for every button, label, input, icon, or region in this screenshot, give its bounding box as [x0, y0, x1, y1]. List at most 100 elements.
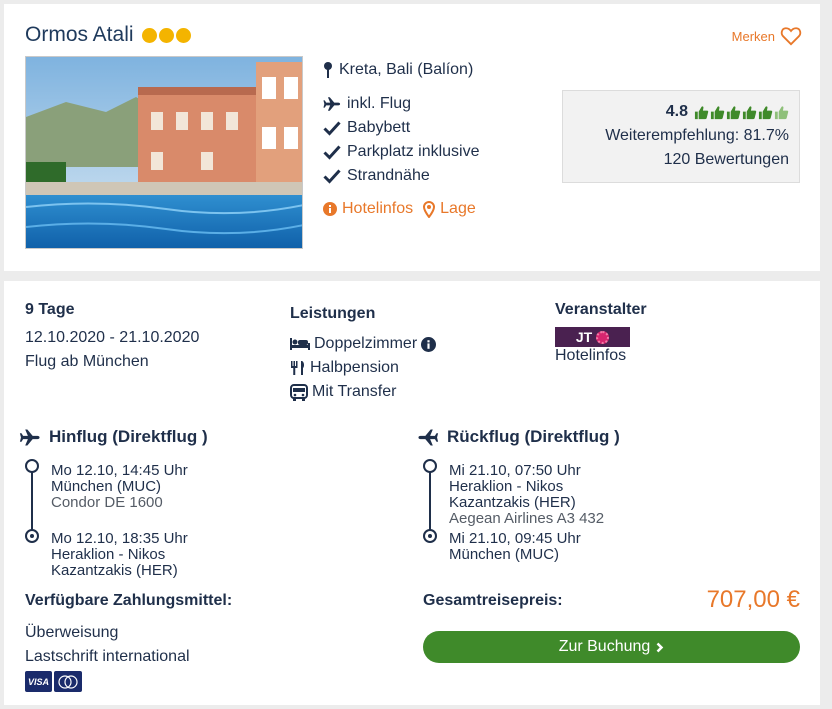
thumb-up-icon [758, 105, 773, 119]
flight-timeline [25, 459, 39, 559]
departure-airport: München (MUC) [51, 478, 162, 495]
feature-item: Strandnähe [323, 164, 480, 188]
book-button-label: Zur Buchung [558, 638, 651, 655]
flower-icon [596, 330, 610, 344]
card-logos: VISA [25, 671, 82, 692]
outbound-heading: Hinflug (Direktflug ) [49, 427, 208, 446]
chevron-right-icon [656, 642, 664, 652]
service-label: Doppelzimmer [314, 335, 418, 352]
flight-carrier: Condor DE 1600 [51, 494, 163, 511]
thumb-up-icon [694, 105, 709, 119]
check-icon [323, 145, 341, 160]
feature-label: Babybett [347, 119, 411, 136]
payment-method: Lastschrift international [25, 648, 190, 665]
services-heading: Leistungen [290, 305, 376, 322]
book-button[interactable]: Zur Buchung [423, 631, 800, 663]
services: Leistungen Doppelzimmer Halbpension Mit … [290, 305, 437, 404]
arrival-time: Mo 12.10, 18:35 Uhr [51, 530, 188, 547]
payment-method: Überweisung [25, 624, 119, 641]
hotel-photo-image [26, 57, 302, 248]
thumb-up-icon [774, 105, 789, 119]
star-icon [158, 27, 174, 43]
return-arrival: Mi 21.10, 09:45 Uhr München (MUC) [449, 531, 581, 563]
arrival-time: Mi 21.10, 09:45 Uhr [449, 530, 581, 547]
star-icon [141, 27, 157, 43]
hotel-links: Hotelinfos Lage [323, 200, 476, 218]
mastercard-logo [54, 671, 82, 692]
departure-airport: Flug ab München [25, 353, 149, 370]
return-flight: Rückflug (Direktflug ) Mi 21.10, 07:50 U… [417, 427, 620, 563]
operator-heading: Veranstalter [555, 301, 647, 318]
outbound-departure: Mo 12.10, 14:45 Uhr München (MUC) Condor… [51, 463, 188, 511]
plane-icon [323, 97, 341, 111]
merken-button[interactable]: Merken [732, 26, 802, 46]
trip-summary: 9 Tage 12.10.2020 - 21.10.2020 Flug ab M… [25, 301, 199, 371]
cutlery-icon [291, 361, 305, 375]
hotel-photo[interactable] [25, 56, 303, 249]
feature-label: Parkplatz inklusive [347, 143, 480, 160]
departure-airport: Heraklion - Nikos Kazantzakis (HER) [449, 478, 576, 511]
hotel-title-row: Ormos Atali [25, 23, 191, 47]
departure-dot [423, 459, 437, 473]
feature-label: Strandnähe [347, 167, 430, 184]
outbound-flight: Hinflug (Direktflug ) Mo 12.10, 14:45 Uh… [19, 427, 208, 579]
info-icon [323, 202, 337, 216]
info-icon[interactable] [421, 336, 437, 352]
feature-label: inkl. Flug [347, 95, 412, 112]
total-price-label: Gesamtreisepreis: [423, 592, 563, 609]
hotelinfos-link[interactable]: Hotelinfos [323, 200, 413, 218]
total-price: 707,00 € [706, 586, 800, 613]
feature-item: Parkplatz inklusive [323, 140, 480, 164]
thumb-up-icon [742, 105, 757, 119]
rating-thumbs [694, 105, 789, 120]
arrival-airport: Heraklion - Nikos Kazantzakis (HER) [51, 546, 178, 579]
outbound-arrival: Mo 12.10, 18:35 Uhr Heraklion - Nikos Ka… [51, 531, 208, 579]
recommendation-text: Weiterempfehlung: 81.7% [605, 127, 789, 144]
return-departure: Mi 21.10, 07:50 Uhr Heraklion - Nikos Ka… [449, 463, 620, 527]
payment-methods: Überweisung Lastschrift international [25, 624, 190, 672]
feature-item: Babybett [323, 116, 480, 140]
hotelinfos-label: Hotelinfos [342, 200, 414, 217]
flight-timeline [423, 459, 437, 559]
departure-time: Mi 21.10, 07:50 Uhr [449, 462, 581, 479]
reviews-count: 120 Bewertungen [663, 151, 789, 168]
arrival-airport: München (MUC) [449, 546, 560, 563]
visa-logo: VISA [25, 671, 52, 692]
flight-carrier: Aegean Airlines A3 432 [449, 510, 605, 527]
arrival-dot [25, 529, 39, 543]
location-pin-icon [324, 62, 332, 78]
operator-logo-text: JT [575, 329, 593, 345]
hotel-name[interactable]: Ormos Atali [25, 23, 134, 47]
location-text: Kreta, Bali (Balíon) [339, 61, 474, 78]
service-item: Halbpension [290, 356, 436, 380]
operator-logo: JT [555, 327, 630, 347]
rating-line: 4.8 [666, 103, 789, 121]
star-icon [175, 27, 191, 43]
feature-item: inkl. Flug [323, 92, 480, 116]
departure-time: Mo 12.10, 14:45 Uhr [51, 462, 188, 479]
lage-link[interactable]: Lage [423, 200, 476, 218]
thumb-up-icon [710, 105, 725, 119]
bus-icon [290, 383, 308, 401]
heart-icon [780, 27, 802, 46]
departure-dot [25, 459, 39, 473]
return-heading: Rückflug (Direktflug ) [447, 427, 620, 446]
return-heading-row: Rückflug (Direktflug ) [417, 427, 620, 447]
hotel-info: Kreta, Bali (Balíon) inkl. Flug Babybett… [323, 58, 480, 188]
hotel-stars [141, 27, 191, 43]
operator: Veranstalter JT Hotelinfos [555, 301, 647, 365]
lage-label: Lage [440, 200, 476, 217]
payment-heading: Verfügbare Zahlungsmittel: [25, 592, 233, 609]
rating-box[interactable]: 4.8 Weiterempfehlung: 81.7% 120 Bewertun… [562, 90, 800, 183]
trip-dates: 12.10.2020 - 21.10.2020 [25, 329, 200, 346]
plane-return-icon [418, 429, 439, 445]
service-item: Doppelzimmer [290, 332, 437, 356]
bed-icon [290, 338, 310, 350]
check-icon [323, 121, 341, 136]
outbound-heading-row: Hinflug (Direktflug ) [19, 427, 208, 447]
operator-hotelinfos-link[interactable]: Hotelinfos [555, 347, 647, 365]
hotel-card: Ormos Atali Merken Kreta, Bali (Balíon) … [4, 4, 820, 271]
trip-duration: 9 Tage [25, 301, 75, 318]
thumb-up-icon [726, 105, 741, 119]
plane-icon [19, 429, 40, 445]
